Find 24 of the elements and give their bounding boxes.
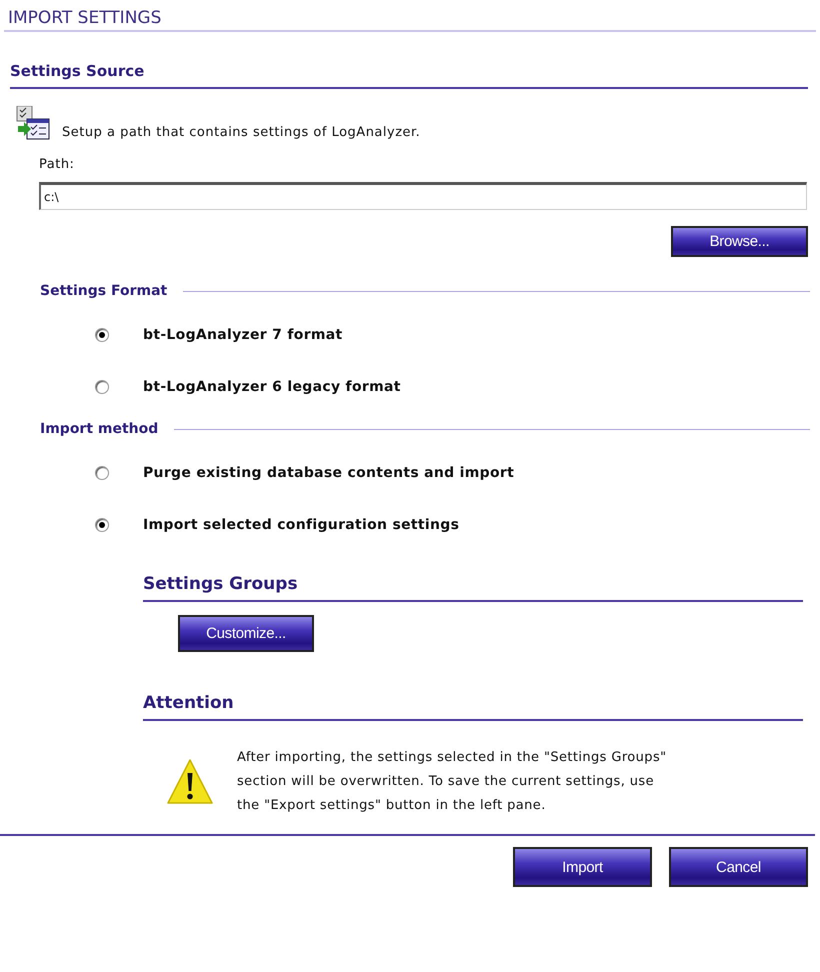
description-text: Setup a path that contains settings of LogAnalyzer.: [62, 125, 420, 140]
radio-button[interactable]: [95, 328, 109, 342]
page-title: IMPORT SETTINGS: [8, 8, 162, 28]
radio-label: bt-LogAnalyzer 7 format: [143, 327, 343, 343]
path-label: Path:: [39, 157, 76, 172]
import-button[interactable]: Import: [513, 847, 652, 887]
customize-button[interactable]: Customize...: [178, 615, 314, 652]
radio-button[interactable]: [95, 518, 109, 532]
section-heading: Settings Source: [10, 61, 146, 82]
attention-message: After importing, the settings selected in the "Settings Groups" section will be overwritten. To save the current settings, use the "Export settings" button in the left pane.: [237, 749, 668, 815]
radio-label: Import selected configuration settings: [143, 517, 460, 533]
cancel-button[interactable]: Cancel: [669, 847, 808, 887]
radio-button[interactable]: [95, 380, 109, 394]
subsection-heading: Settings Groups: [143, 573, 299, 595]
radio-button[interactable]: [95, 466, 109, 480]
path-field[interactable]: c:\: [39, 182, 807, 210]
settings-import-icon: [16, 106, 50, 140]
browse-button[interactable]: Browse...: [671, 226, 808, 257]
group-heading: Settings Format: [40, 283, 168, 299]
group-heading: Import method: [40, 421, 158, 437]
radio-label: Purge existing database contents and import: [143, 465, 514, 481]
subsection-heading: Attention: [143, 692, 235, 714]
warning-icon: [165, 757, 215, 807]
radio-label: bt-LogAnalyzer 6 legacy format: [143, 379, 401, 395]
